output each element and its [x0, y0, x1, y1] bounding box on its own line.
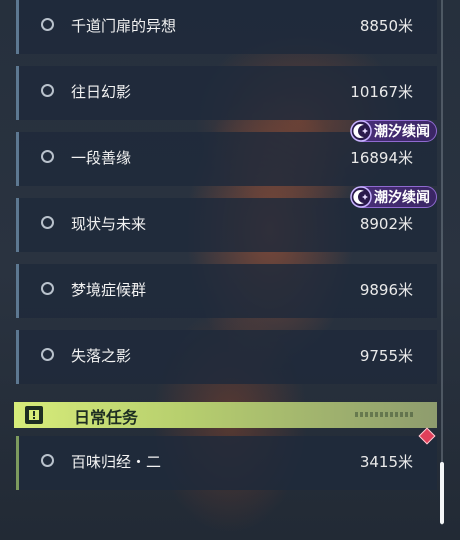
quest-distance: 3415米 [359, 453, 413, 471]
quest-status-circle-icon [41, 216, 54, 229]
crescent-moon-icon [350, 186, 372, 208]
quest-row-1[interactable]: 往日幻影 10167米 [16, 66, 437, 120]
tag-label: 潮汐续闻 [374, 190, 430, 206]
quest-name: 梦境症候群 [71, 281, 147, 299]
quest-distance: 8850米 [359, 17, 413, 35]
quest-name: 往日幻影 [71, 83, 132, 101]
scrollbar-track[interactable] [441, 0, 443, 525]
crescent-moon-icon [350, 120, 372, 142]
daily-quest-row-0[interactable]: 百味归经・二 3415米 [16, 436, 437, 490]
quest-name: 千道门扉的异想 [71, 17, 177, 35]
tide-story-tag: 潮汐续闻 [350, 120, 437, 142]
section-title: 日常任务 [74, 408, 139, 427]
quest-distance: 8902米 [359, 215, 413, 233]
quest-status-circle-icon [41, 18, 54, 31]
quest-status-circle-icon [41, 84, 54, 97]
quest-distance: 10167米 [350, 83, 413, 101]
quest-distance: 9755米 [359, 347, 413, 365]
quest-status-circle-icon [41, 150, 54, 163]
quest-status-circle-icon [41, 282, 54, 295]
quest-name: 失落之影 [71, 347, 132, 365]
quest-name: 百味归经・二 [71, 453, 162, 471]
quest-row-4[interactable]: 梦境症候群 9896米 [16, 264, 437, 318]
daily-quest-section-header[interactable]: 日常任务 [14, 402, 437, 428]
quest-status-circle-icon [41, 454, 54, 467]
tag-label: 潮汐续闻 [374, 124, 430, 140]
quest-row-2[interactable]: 一段善缘 16894米 潮汐续闻 [16, 120, 437, 186]
quest-status-circle-icon [41, 348, 54, 361]
quest-row-5[interactable]: 失落之影 9755米 [16, 330, 437, 384]
scrollbar-thumb[interactable] [440, 462, 444, 524]
quest-distance: 9896米 [359, 281, 413, 299]
header-decoration [355, 412, 415, 417]
quest-name: 现状与未来 [71, 215, 147, 233]
exclamation-icon [25, 406, 43, 424]
quest-row-3[interactable]: 现状与未来 8902米 潮汐续闻 [16, 186, 437, 252]
quest-distance: 16894米 [350, 149, 413, 167]
tide-story-tag: 潮汐续闻 [350, 186, 437, 208]
quest-row-0[interactable]: 千道门扉的异想 8850米 [16, 0, 437, 54]
quest-name: 一段善缘 [71, 149, 132, 167]
